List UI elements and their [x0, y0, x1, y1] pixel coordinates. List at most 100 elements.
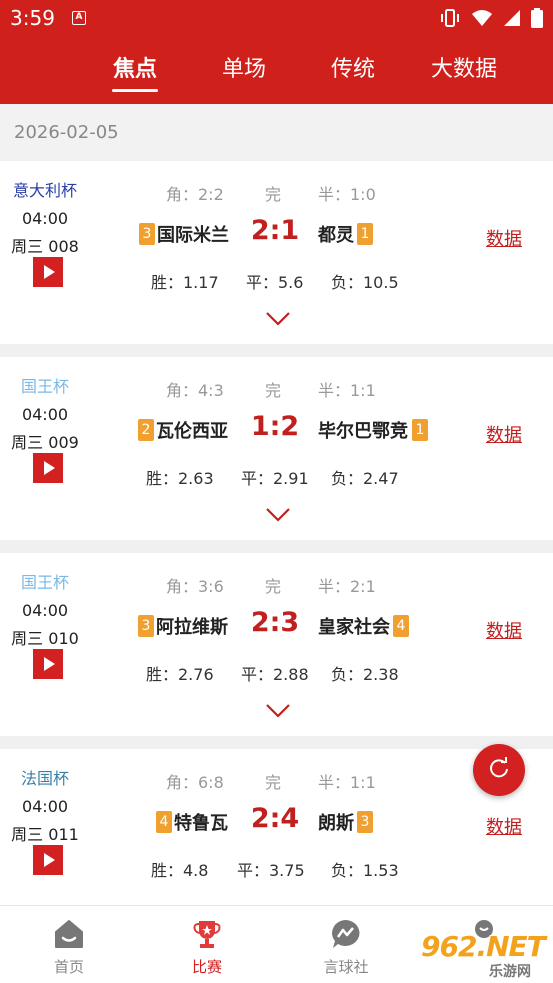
away-rank-badge: 4: [393, 615, 409, 637]
match-status: 完: [265, 381, 282, 400]
trophy-icon: [191, 918, 223, 950]
tab-single[interactable]: 单场: [219, 50, 269, 94]
chevron-down-icon[interactable]: [265, 311, 291, 331]
nav-label: 比赛: [191, 958, 222, 976]
away-rank-badge: 3: [357, 811, 373, 833]
corner-score: 角：6:8: [166, 773, 224, 792]
match-card[interactable]: 国王杯 04:00 周三 009 角：4:3 完 半：1:1 2 瓦伦西亚 1:…: [0, 357, 553, 540]
tab-label: 焦点: [112, 57, 157, 82]
half-time-score: 半：1:1: [318, 773, 376, 792]
final-score: 2:1: [250, 215, 300, 246]
tab-label: 传统: [330, 57, 375, 82]
odds-draw: 平：2.88: [241, 665, 309, 684]
odds-win: 胜：1.17: [151, 273, 219, 292]
match-status: 完: [265, 185, 282, 204]
away-team: 毕尔巴鄂竞: [318, 421, 408, 442]
data-link[interactable]: 数据: [486, 813, 522, 839]
odds-draw: 平：2.91: [241, 469, 309, 488]
odds-lose: 负：1.53: [331, 861, 399, 880]
match-time: 04:00: [21, 601, 69, 620]
nav-home[interactable]: 首页: [24, 906, 114, 983]
home-rank-badge: 3: [138, 615, 154, 637]
match-number: 周三 008: [11, 237, 79, 256]
away-rank-badge: 1: [412, 419, 428, 441]
play-video-icon[interactable]: [33, 257, 63, 287]
league-name: 法国杯: [20, 769, 69, 788]
top-tabs: 焦点 单场 传统 大数据: [0, 50, 553, 94]
league-name: 国王杯: [20, 377, 69, 396]
away-team: 皇家社会: [318, 617, 390, 638]
match-time: 04:00: [21, 405, 69, 424]
odds-lose: 负：10.5: [331, 273, 399, 292]
match-time: 04:00: [21, 797, 69, 816]
home-team: 特鲁瓦: [174, 813, 228, 834]
active-tab-indicator: [112, 89, 158, 92]
final-score: 2:4: [250, 803, 300, 834]
nav-label: 言球社: [323, 958, 369, 976]
home-rank-badge: 4: [156, 811, 172, 833]
vibrate-icon: [439, 9, 461, 31]
battery-icon: [531, 8, 543, 32]
match-number: 周三 010: [11, 629, 79, 648]
watermark-subtext: 乐游网: [489, 964, 531, 980]
tab-label: 大数据: [430, 57, 497, 82]
chevron-down-icon[interactable]: [265, 507, 291, 527]
app-header: 3:59 A 焦点 单场 传统 大数据: [0, 0, 553, 104]
date-header: 2026-02-05: [0, 104, 553, 160]
play-video-icon[interactable]: [33, 845, 63, 875]
app-notification-icon: A: [72, 11, 86, 25]
odds-draw: 平：3.75: [237, 861, 305, 880]
match-status: 完: [265, 577, 282, 596]
away-team: 都灵: [318, 225, 354, 246]
tab-traditional[interactable]: 传统: [328, 50, 378, 94]
data-link[interactable]: 数据: [486, 617, 522, 643]
half-time-score: 半：2:1: [318, 577, 376, 596]
data-link[interactable]: 数据: [486, 225, 522, 251]
play-video-icon[interactable]: [33, 453, 63, 483]
home-team: 瓦伦西亚: [156, 421, 228, 442]
match-number: 周三 011: [11, 825, 79, 844]
data-link[interactable]: 数据: [486, 421, 522, 447]
wifi-icon: [471, 9, 493, 31]
watermark-text: 962.NET: [421, 930, 546, 963]
refresh-icon: [488, 757, 510, 783]
half-time-score: 半：1:1: [318, 381, 376, 400]
odds-lose: 负：2.47: [331, 469, 399, 488]
final-score: 1:2: [250, 411, 300, 442]
match-date: 2026-02-05: [14, 122, 119, 143]
match-card[interactable]: 法国杯 04:00 周三 011 角：6:8 完 半：1:1 4 特鲁瓦 2:4…: [0, 749, 553, 915]
refresh-button[interactable]: [473, 744, 525, 796]
status-time: 3:59: [10, 6, 55, 30]
match-number: 周三 009: [11, 433, 79, 452]
nav-community[interactable]: 言球社: [301, 906, 391, 983]
league-name: 国王杯: [20, 573, 69, 592]
home-icon: [53, 918, 85, 950]
match-time: 04:00: [21, 209, 69, 228]
nav-label: 首页: [53, 958, 84, 976]
tab-focus[interactable]: 焦点: [110, 50, 160, 94]
corner-score: 角：2:2: [166, 185, 224, 204]
home-team: 国际米兰: [157, 225, 229, 246]
nav-matches[interactable]: 比赛: [162, 906, 252, 983]
chevron-down-icon[interactable]: [265, 703, 291, 723]
signal-icon: [503, 9, 521, 31]
match-status: 完: [265, 773, 282, 792]
match-card[interactable]: 意大利杯 04:00 周三 008 角：2:2 完 半：1:0 3 国际米兰 2…: [0, 161, 553, 344]
odds-draw: 平：5.6: [246, 273, 304, 292]
odds-lose: 负：2.38: [331, 665, 399, 684]
match-card[interactable]: 国王杯 04:00 周三 010 角：3:6 完 半：2:1 3 阿拉维斯 2:…: [0, 553, 553, 736]
tab-big-data[interactable]: 大数据: [426, 50, 502, 94]
odds-win: 胜：2.63: [146, 469, 214, 488]
status-bar: 3:59 A: [0, 0, 553, 36]
corner-score: 角：3:6: [166, 577, 224, 596]
away-rank-badge: 1: [357, 223, 373, 245]
home-rank-badge: 3: [139, 223, 155, 245]
home-team: 阿拉维斯: [156, 617, 228, 638]
league-name: 意大利杯: [12, 181, 77, 200]
half-time-score: 半：1:0: [318, 185, 376, 204]
play-video-icon[interactable]: [33, 649, 63, 679]
final-score: 2:3: [250, 607, 300, 638]
corner-score: 角：4:3: [166, 381, 224, 400]
away-team: 朗斯: [318, 813, 354, 834]
odds-win: 胜：4.8: [151, 861, 209, 880]
